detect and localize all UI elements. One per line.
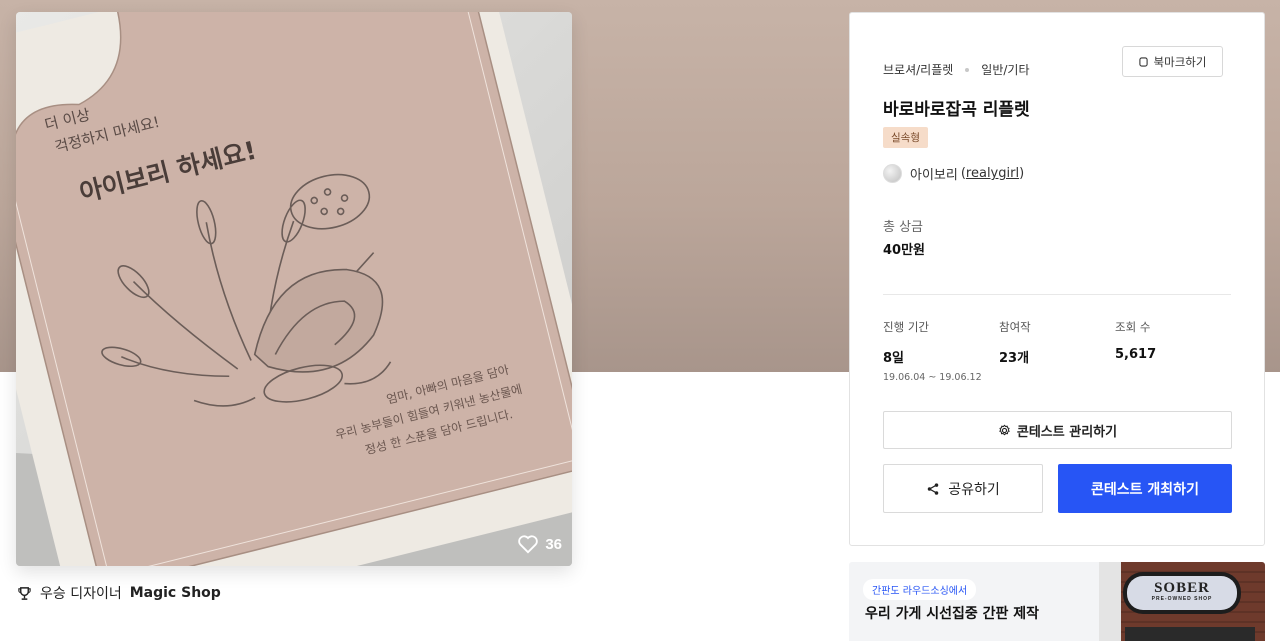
banner-brand-text: SOBER — [1154, 580, 1210, 596]
gear-icon — [999, 424, 1010, 435]
stat-entries: 참여작 23개 — [999, 319, 1031, 366]
leaflet-illustration: 더 이상 걱정하지 마세요! 아이보리 하세요! 엄마, 아빠의 마음을 담아 … — [16, 12, 572, 566]
breadcrumb-separator — [965, 67, 970, 72]
stat-period-dates: 19.06.04 ~ 19.06.12 — [883, 372, 982, 383]
share-label: 공유하기 — [948, 481, 1000, 498]
prize-label: 총 상금 — [883, 220, 924, 235]
stat-period-value: 8일 — [883, 351, 905, 366]
host-name: 아이보리 — [910, 168, 958, 183]
manage-contest-label: 콘테스트 관리하기 — [1016, 424, 1118, 440]
signboard-ad-banner[interactable]: 간판도 라우드소싱에서 우리 가게 시선집중 간판 제작 SOBER PRE-O… — [849, 562, 1265, 641]
host-handle[interactable]: realygirl — [966, 166, 1019, 181]
bookmark-label: 북마크하기 — [1153, 54, 1207, 69]
contest-title: 바로바로잡곡 리플렛 — [883, 100, 1030, 120]
host-profile[interactable]: 아이보리 (realygirl) — [883, 164, 1024, 183]
manage-contest-button[interactable]: 콘테스트 관리하기 — [883, 411, 1232, 449]
breadcrumb: 브로셔/리플렛 일반/기타 — [883, 61, 1030, 78]
avatar — [883, 164, 902, 183]
stat-entries-label: 참여작 — [999, 320, 1031, 334]
category-link[interactable]: 브로셔/리플렛 — [883, 61, 953, 78]
share-icon — [927, 482, 939, 495]
stat-period: 진행 기간 8일 19.06.04 ~ 19.06.12 — [883, 319, 982, 383]
stat-period-label: 진행 기간 — [883, 320, 929, 334]
share-button[interactable]: 공유하기 — [883, 464, 1043, 513]
winner-designer: 우승 디자이너 Magic Shop — [17, 583, 221, 603]
subcategory-link[interactable]: 일반/기타 — [981, 61, 1029, 78]
contest-info-panel: 브로셔/리플렛 일반/기타 북마크하기 바로바로잡곡 리플렛 실속형 아이보리 … — [849, 12, 1265, 546]
bookmark-icon — [1138, 56, 1148, 67]
winning-design-image[interactable]: 더 이상 걱정하지 마세요! 아이보리 하세요! 엄마, 아빠의 마음을 담아 … — [16, 12, 572, 566]
stat-views-value: 5,617 — [1115, 347, 1157, 362]
stat-entries-value: 23개 — [999, 351, 1030, 366]
stat-views-label: 조회 수 — [1115, 320, 1151, 334]
host-contest-button[interactable]: 콘테스트 개최하기 — [1058, 464, 1232, 513]
like-count: 36 — [545, 535, 562, 553]
heart-icon — [518, 535, 539, 554]
plan-badge: 실속형 — [883, 127, 928, 148]
host-handle-wrap: (realygirl) — [960, 166, 1025, 181]
award-designer-name[interactable]: Magic Shop — [130, 585, 221, 601]
banner-title: 우리 가게 시선집중 간판 제작 — [865, 606, 1040, 622]
prize-value: 40만원 — [883, 243, 926, 258]
banner-brand-sign: SOBER PRE-OWNED SHOP — [1127, 576, 1237, 610]
trophy-icon — [18, 586, 31, 600]
banner-brand-sub: PRE-OWNED SHOP — [1151, 596, 1213, 602]
award-prefix: 우승 디자이너 — [40, 586, 122, 602]
stat-views: 조회 수 5,617 — [1115, 319, 1156, 362]
divider — [883, 294, 1231, 295]
like-button[interactable]: 36 — [517, 534, 562, 554]
bookmark-button[interactable]: 북마크하기 — [1122, 46, 1223, 77]
banner-pill: 간판도 라우드소싱에서 — [863, 579, 977, 600]
